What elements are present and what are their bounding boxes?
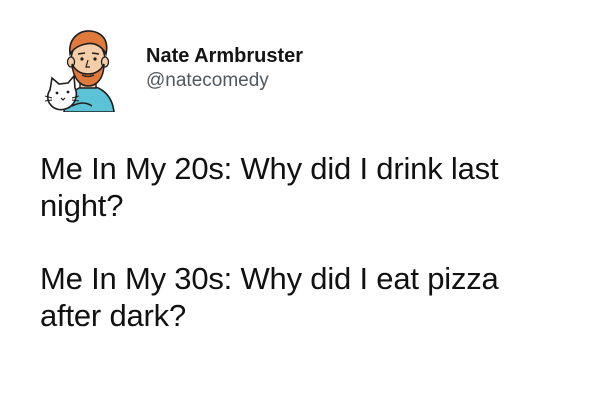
tweet-paragraph-1: Me In My 20s: Why did I drink last night… xyxy=(40,151,499,223)
user-info: Nate Armbruster @natecomedy xyxy=(146,44,303,93)
display-name[interactable]: Nate Armbruster xyxy=(146,44,303,68)
user-handle[interactable]: @natecomedy xyxy=(146,69,303,93)
tweet-card: Nate Armbruster @natecomedy Me In My 20s… xyxy=(0,0,600,414)
tweet-text: Me In My 20s: Why did I drink last night… xyxy=(40,150,560,334)
cartoon-avatar-with-cat-icon xyxy=(44,30,115,113)
tweet-paragraph-2: Me In My 30s: Why did I eat pizza after … xyxy=(40,261,499,333)
avatar[interactable] xyxy=(42,20,134,113)
